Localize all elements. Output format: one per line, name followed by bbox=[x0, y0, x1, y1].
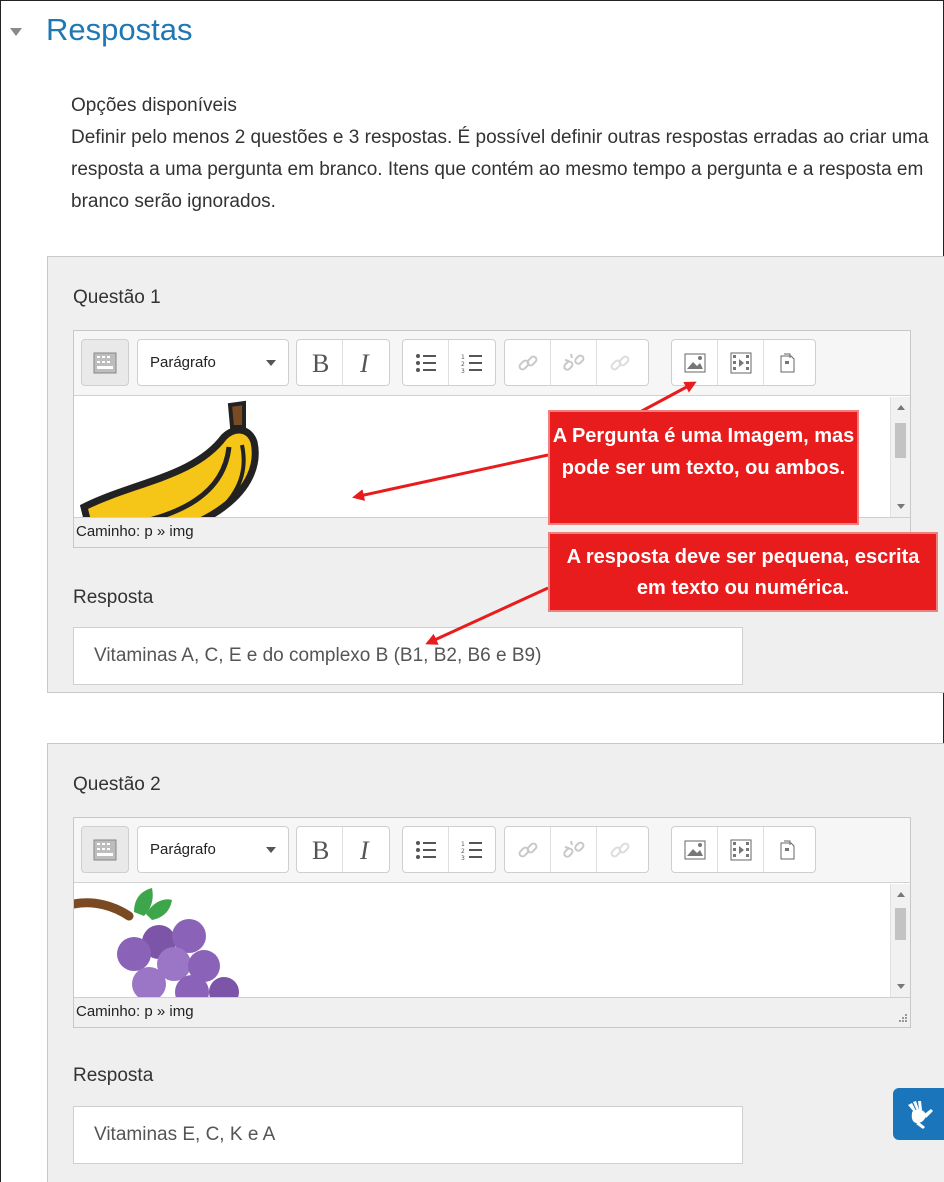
toolbar-toggle-icon bbox=[93, 839, 117, 860]
unlink-button[interactable] bbox=[551, 340, 597, 385]
svg-text:3: 3 bbox=[461, 368, 465, 373]
options-description: Definir pelo menos 2 questões e 3 respos… bbox=[71, 127, 929, 212]
element-path-bar: Caminho: p » img bbox=[74, 997, 910, 1027]
insert-image-button[interactable] bbox=[672, 340, 718, 385]
bold-button[interactable]: B bbox=[297, 340, 343, 385]
link-button[interactable] bbox=[505, 340, 551, 385]
accessibility-button[interactable] bbox=[893, 1088, 944, 1140]
insert-image-button[interactable] bbox=[672, 827, 718, 872]
unordered-list-button[interactable] bbox=[403, 827, 449, 872]
ordered-list-button[interactable]: 123 bbox=[449, 340, 495, 385]
bold-icon: B bbox=[312, 350, 329, 376]
image-icon bbox=[684, 840, 705, 859]
media-icon bbox=[730, 839, 751, 860]
scroll-down-icon[interactable] bbox=[897, 504, 905, 509]
unordered-list-icon bbox=[415, 840, 436, 859]
autolink-icon bbox=[610, 355, 630, 370]
toolbar-toggle-icon bbox=[93, 352, 117, 373]
svg-text:I: I bbox=[359, 837, 370, 863]
editor-toolbar: Parágrafo B I 123 bbox=[74, 331, 910, 396]
toolbar-toggle-button[interactable] bbox=[82, 827, 128, 872]
insert-media-button[interactable] bbox=[718, 827, 764, 872]
unlink-button[interactable] bbox=[551, 827, 597, 872]
link-icon bbox=[518, 355, 537, 370]
svg-text:3: 3 bbox=[461, 855, 465, 860]
scroll-down-icon[interactable] bbox=[897, 984, 905, 989]
section-header[interactable]: Respostas bbox=[10, 12, 192, 48]
svg-text:2: 2 bbox=[461, 361, 465, 368]
ordered-list-icon: 123 bbox=[461, 354, 482, 373]
svg-text:1: 1 bbox=[461, 841, 465, 848]
unlink-icon bbox=[562, 353, 584, 371]
question-panel-2: Questão 2 Parágrafo B I 1 2 3 Caminho: p… bbox=[47, 743, 944, 1182]
unlink-icon bbox=[562, 840, 584, 858]
editor-scrollbar[interactable] bbox=[890, 884, 910, 997]
scroll-thumb[interactable] bbox=[895, 908, 906, 940]
scroll-thumb[interactable] bbox=[895, 423, 906, 458]
bold-button[interactable]: B bbox=[297, 827, 343, 872]
chevron-down-icon bbox=[266, 846, 276, 853]
scroll-up-icon[interactable] bbox=[897, 405, 905, 410]
autolink-button[interactable] bbox=[597, 827, 643, 872]
media-icon bbox=[730, 352, 751, 373]
answer-label: Resposta bbox=[73, 587, 154, 608]
scroll-up-icon[interactable] bbox=[897, 892, 905, 897]
autolink-icon bbox=[610, 842, 630, 857]
manage-files-icon bbox=[780, 353, 795, 372]
intro-text-block: Opções disponíveis Definir pelo menos 2 … bbox=[71, 90, 931, 218]
collapse-toggle-icon[interactable] bbox=[10, 28, 22, 36]
answer-input[interactable]: Vitaminas A, C, E e do complexo B (B1, B… bbox=[73, 627, 743, 685]
svg-text:B: B bbox=[312, 350, 329, 376]
toolbar-toggle-button[interactable] bbox=[82, 340, 128, 385]
grapes-image bbox=[74, 888, 239, 997]
link-icon bbox=[518, 842, 537, 857]
section-title: Respostas bbox=[46, 12, 193, 47]
ordered-list-button[interactable]: 123 bbox=[449, 827, 495, 872]
italic-button[interactable]: I bbox=[343, 340, 389, 385]
question-label: Questão 2 bbox=[73, 774, 161, 795]
paragraph-format-label: Parágrafo bbox=[150, 841, 216, 858]
ordered-list-icon: 123 bbox=[461, 841, 482, 860]
svg-text:2: 2 bbox=[461, 848, 465, 855]
unordered-list-icon bbox=[415, 353, 436, 372]
autolink-button[interactable] bbox=[597, 340, 643, 385]
link-button[interactable] bbox=[505, 827, 551, 872]
answer-callout: A resposta deve ser pequena, escrita em … bbox=[548, 532, 938, 612]
paragraph-format-label: Parágrafo bbox=[150, 354, 216, 371]
svg-text:I: I bbox=[359, 350, 370, 376]
paragraph-format-select[interactable]: Parágrafo bbox=[138, 340, 288, 385]
question-callout: A Pergunta é uma Imagem, mas pode ser um… bbox=[548, 410, 859, 525]
editor-scrollbar[interactable] bbox=[890, 397, 910, 517]
manage-files-button[interactable] bbox=[764, 827, 810, 872]
italic-icon: I bbox=[359, 837, 370, 863]
element-path: Caminho: p » img bbox=[76, 523, 194, 540]
answer-label: Resposta bbox=[73, 1065, 154, 1086]
banana-image bbox=[79, 400, 259, 517]
manage-files-icon bbox=[780, 840, 795, 859]
manage-files-button[interactable] bbox=[764, 340, 810, 385]
svg-text:B: B bbox=[312, 837, 329, 863]
element-path: Caminho: p » img bbox=[76, 1003, 194, 1020]
editor-content-area[interactable] bbox=[74, 884, 910, 997]
image-icon bbox=[684, 353, 705, 372]
editor-toolbar: Parágrafo B I 123 bbox=[74, 818, 910, 883]
options-heading: Opções disponíveis bbox=[71, 95, 237, 116]
question-label: Questão 1 bbox=[73, 287, 161, 308]
insert-media-button[interactable] bbox=[718, 340, 764, 385]
answer-input[interactable]: Vitaminas E, C, K e A bbox=[73, 1106, 743, 1164]
chevron-down-icon bbox=[266, 359, 276, 366]
paragraph-format-select[interactable]: Parágrafo bbox=[138, 827, 288, 872]
question-editor[interactable]: Parágrafo B I 123 Caminho: p » img bbox=[73, 817, 911, 1028]
bold-icon: B bbox=[312, 837, 329, 863]
resize-grip-icon[interactable] bbox=[894, 1011, 908, 1025]
sign-language-icon bbox=[907, 1101, 933, 1129]
italic-icon: I bbox=[359, 350, 370, 376]
unordered-list-button[interactable] bbox=[403, 340, 449, 385]
italic-button[interactable]: I bbox=[343, 827, 389, 872]
svg-text:1: 1 bbox=[461, 354, 465, 361]
